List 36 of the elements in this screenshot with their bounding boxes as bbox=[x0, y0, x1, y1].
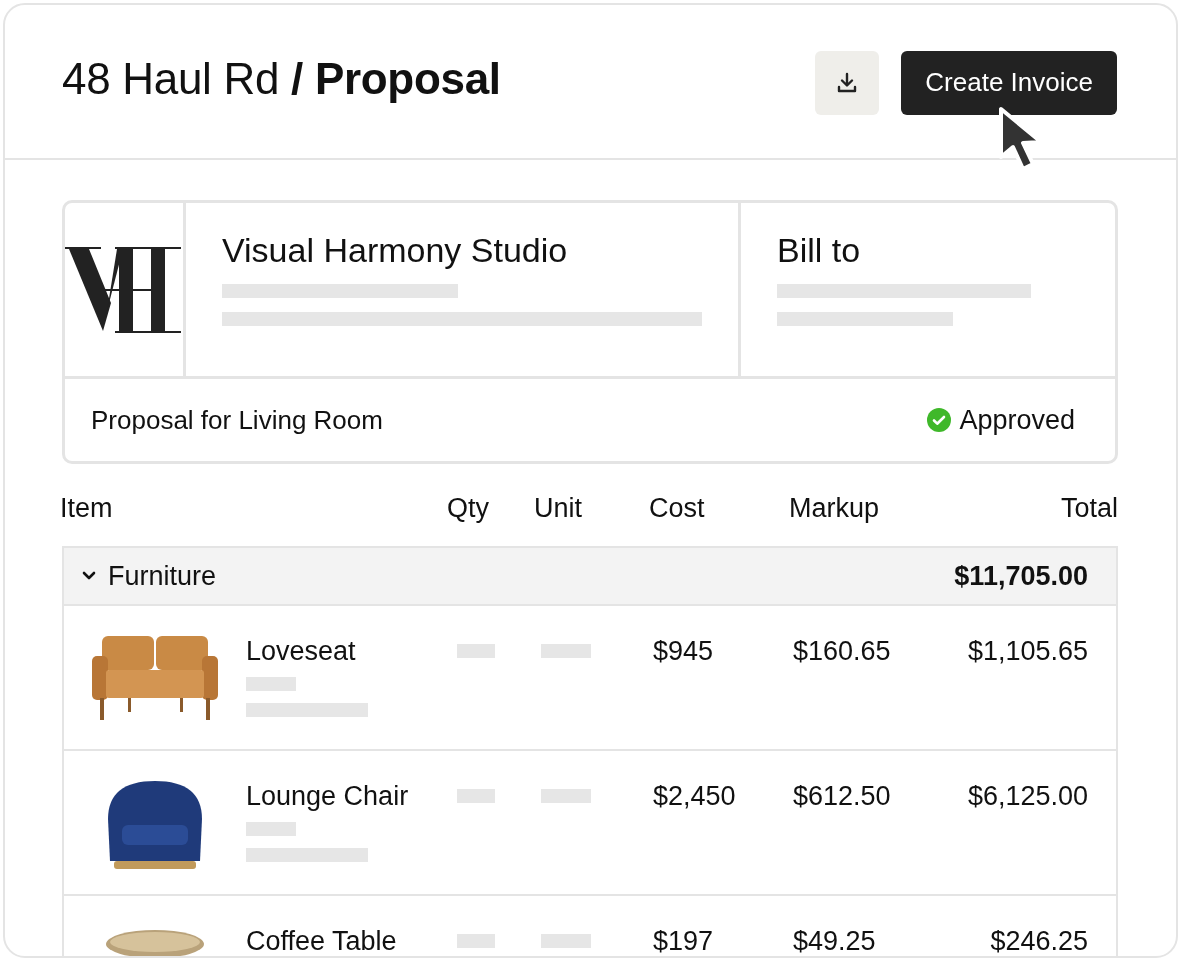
placeholder-bar bbox=[457, 644, 495, 658]
column-header: Cost bbox=[649, 492, 705, 524]
page-title: 48 Haul Rd / Proposal bbox=[62, 53, 502, 105]
studio-name: Visual Harmony Studio bbox=[222, 231, 569, 270]
column-header: Markup bbox=[789, 492, 880, 524]
proposal-name: Proposal for Living Room bbox=[91, 404, 383, 436]
item-name: Lounge Chair bbox=[246, 781, 409, 812]
create-invoice-button[interactable]: Create Invoice bbox=[901, 50, 1117, 115]
status-label: Approved bbox=[959, 404, 1075, 436]
placeholder-bar bbox=[246, 677, 296, 691]
placeholder-bar bbox=[541, 789, 591, 803]
placeholder-bar bbox=[541, 934, 591, 948]
item-name: Loveseat bbox=[246, 636, 357, 667]
column-header: Item bbox=[60, 492, 113, 524]
total-cell: $1,105.65 bbox=[967, 636, 1088, 667]
download-button[interactable] bbox=[815, 50, 880, 115]
placeholder-bar bbox=[246, 822, 296, 836]
item-name: Coffee Table bbox=[246, 926, 397, 956]
total-cell: $246.25 bbox=[990, 926, 1088, 956]
markup-cell: $49.25 bbox=[793, 926, 876, 956]
column-header: Total bbox=[1060, 492, 1118, 524]
markup-cell: $160.65 bbox=[793, 636, 891, 667]
download-icon bbox=[836, 71, 859, 94]
markup-cell: $612.50 bbox=[793, 781, 891, 812]
group-name: Furniture bbox=[108, 560, 218, 592]
placeholder-bar bbox=[457, 789, 495, 803]
cost-cell: $2,450 bbox=[653, 781, 736, 812]
column-header: Unit bbox=[534, 492, 582, 524]
placeholder-bar bbox=[457, 934, 495, 948]
bill-to-heading: Bill to bbox=[777, 231, 862, 270]
cost-cell: $945 bbox=[653, 636, 714, 667]
total-cell: $6,125.00 bbox=[967, 781, 1088, 812]
cost-cell: $197 bbox=[653, 926, 714, 956]
group-total: $11,705.00 bbox=[954, 560, 1088, 592]
column-header: Qty bbox=[447, 492, 489, 524]
placeholder-bar bbox=[541, 644, 591, 658]
